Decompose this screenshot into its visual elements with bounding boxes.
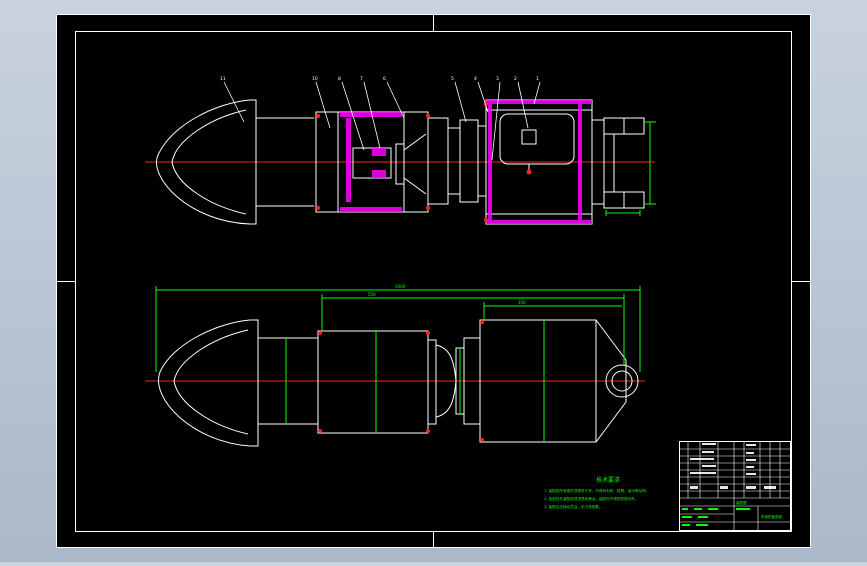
balloon-label-7: 7: [360, 76, 363, 82]
balloon-label-10: 10: [312, 76, 318, 82]
balloon-label-11: 11: [220, 76, 226, 82]
balloon-label-6: 6: [383, 76, 386, 82]
title-block-drawing-name: 采煤机截割部: [761, 514, 782, 519]
tech-requirements-title: 技术要求: [596, 476, 620, 484]
cad-viewport: 11 10 8 7 6 5 4 3 2 1 1000 550 350 技术要求 …: [0, 0, 867, 562]
tech-line-2: 2. 各密封件装配前须浸透润滑油，装配时不得损伤密封件。: [544, 496, 638, 501]
balloon-label-8: 8: [338, 76, 341, 82]
dim-sub-a: 550: [368, 292, 376, 297]
dim-sub-b: 350: [518, 300, 526, 305]
balloon-label-4: 4: [474, 76, 477, 82]
balloon-label-5: 5: [451, 76, 454, 82]
cad-drawing: 11 10 8 7 6 5 4 3 2 1 1000 550 350 技术要求 …: [56, 14, 811, 548]
drawing-sheet: [56, 14, 811, 548]
title-block-sheet-label: 装配图: [736, 500, 747, 505]
balloon-label-1: 1: [536, 76, 539, 82]
tech-line-3: 3. 装配后应转动灵活，无卡滞现象。: [544, 504, 602, 509]
balloon-label-2: 2: [514, 76, 517, 82]
dim-overall: 1000: [395, 284, 406, 289]
balloon-label-3: 3: [496, 76, 499, 82]
tech-line-1: 1. 装配前所有零件须清洗干净，不得有毛刺、铁屑、油污等杂物。: [544, 488, 649, 493]
